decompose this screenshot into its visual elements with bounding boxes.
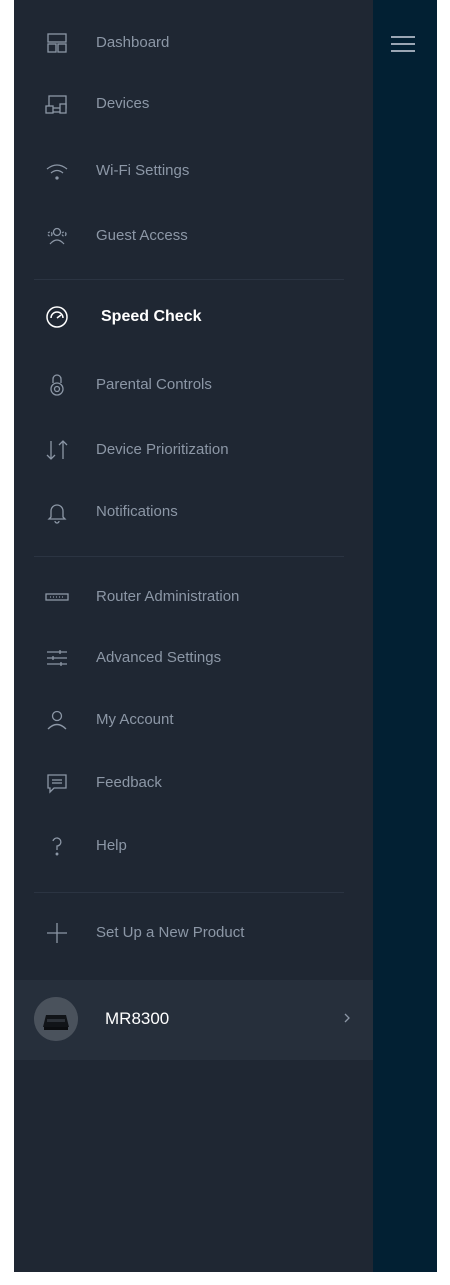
- sidebar-item-label: My Account: [96, 711, 174, 728]
- sidebar-item-label: Dashboard: [96, 34, 170, 51]
- user-icon: [45, 708, 69, 732]
- sidebar-item-dashboard[interactable]: Dashboard: [14, 23, 373, 63]
- plus-icon: [45, 921, 69, 945]
- sidebar-item-router-administration[interactable]: Router Administration: [14, 577, 373, 617]
- sidebar-item-label: Device Prioritization: [96, 441, 229, 458]
- sidebar-item-label: Speed Check: [101, 308, 202, 325]
- router-icon: [45, 585, 69, 609]
- sidebar-item-advanced-settings[interactable]: Advanced Settings: [14, 638, 373, 678]
- guest-access-icon: [45, 224, 69, 248]
- help-icon: [45, 834, 69, 858]
- prioritization-icon: [45, 438, 69, 462]
- sidebar-item-label: Router Administration: [96, 588, 240, 605]
- sidebar-item-help[interactable]: Help: [14, 826, 373, 866]
- sidebar-item-label: Set Up a New Product: [96, 924, 245, 941]
- feedback-icon: [45, 771, 69, 795]
- sidebar-item-label: Wi-Fi Settings: [96, 162, 190, 179]
- divider: [34, 279, 344, 280]
- sidebar-item-label: Advanced Settings: [96, 649, 222, 666]
- wifi-icon: [45, 159, 69, 183]
- sidebar-item-label: Notifications: [96, 503, 178, 520]
- sidebar-item-set-up-new-product[interactable]: Set Up a New Product: [14, 913, 373, 953]
- chevron-right-icon: [339, 1008, 355, 1028]
- sidebar-item-parental-controls[interactable]: Parental Controls: [14, 365, 373, 405]
- sidebar-item-label: Devices: [96, 95, 150, 112]
- sidebar-item-wifi-settings[interactable]: Wi-Fi Settings: [14, 151, 373, 191]
- sidebar-item-speed-check[interactable]: Speed Check: [14, 297, 373, 337]
- sidebar-item-devices[interactable]: Devices: [14, 84, 373, 124]
- sidebar-item-my-account[interactable]: My Account: [14, 700, 373, 740]
- sidebar-item-label: Parental Controls: [96, 376, 212, 393]
- sliders-icon: [45, 646, 69, 670]
- parental-controls-icon: [45, 373, 69, 397]
- sidebar-item-feedback[interactable]: Feedback: [14, 763, 373, 803]
- sidebar-item-guest-access[interactable]: Guest Access: [14, 216, 373, 256]
- sidebar-item-label: Help: [96, 837, 127, 854]
- speed-check-icon: [45, 305, 69, 329]
- bell-icon: [45, 500, 69, 524]
- dashboard-icon: [45, 31, 69, 55]
- divider: [34, 556, 344, 557]
- sidebar-item-notifications[interactable]: Notifications: [14, 492, 373, 532]
- node-label: MR8300: [105, 1009, 170, 1028]
- divider: [34, 892, 344, 893]
- devices-icon: [45, 92, 69, 116]
- node-mr8300-row[interactable]: MR8300: [14, 980, 373, 1060]
- hamburger-menu-icon[interactable]: [391, 36, 415, 54]
- sidebar-item-label: Guest Access: [96, 227, 188, 244]
- sidebar-item-device-prioritization[interactable]: Device Prioritization: [14, 430, 373, 470]
- router-avatar: [34, 997, 78, 1041]
- sidebar-item-label: Feedback: [96, 774, 162, 791]
